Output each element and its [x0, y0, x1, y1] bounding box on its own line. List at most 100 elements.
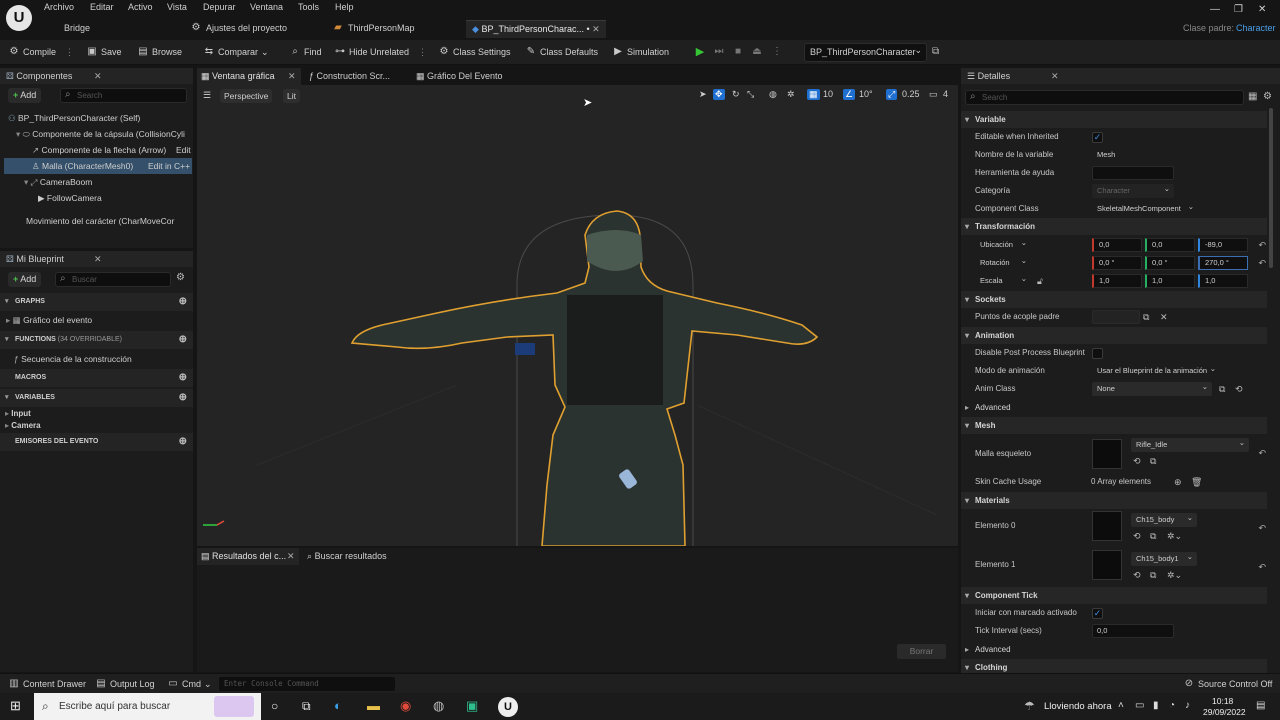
tray-app-icon[interactable]: ▭	[1135, 700, 1144, 711]
browse-button[interactable]: ▤ Browse	[137, 45, 182, 59]
add-element-icon[interactable]: ⊕	[1174, 477, 1182, 488]
close-icon[interactable]: ✕	[94, 68, 102, 84]
blueprint-search-input[interactable]: Buscar	[55, 272, 171, 287]
section-variables[interactable]: ▾ VARIABLES ⊕	[0, 389, 193, 407]
category-select[interactable]: Character	[1092, 182, 1174, 198]
network-icon[interactable]: ◔	[1169, 700, 1175, 711]
add-dispatcher-icon[interactable]: ⊕	[179, 433, 187, 451]
tab-compiler-results[interactable]: ▤ Resultados del c... ✕	[197, 548, 299, 565]
skeletal-mesh-select[interactable]: Rifle_Idle	[1131, 436, 1249, 452]
compile-options-icon[interactable]: ⋮	[65, 45, 74, 59]
reset-rotation-icon[interactable]: ↶	[1258, 258, 1266, 269]
play-options-button[interactable]: ⋮	[771, 45, 783, 59]
tree-item-movement[interactable]: Movimiento del carácter (CharMoveCor	[0, 213, 193, 229]
view-options-icon[interactable]: ▦	[1248, 91, 1257, 102]
reset-mesh-icon[interactable]: ↶	[1258, 448, 1266, 459]
section-component-tick[interactable]: Component Tick	[961, 587, 1267, 604]
compile-button[interactable]: ⚙ Compile ⋮	[8, 45, 75, 59]
location-x-input[interactable]: 0,0	[1092, 238, 1142, 252]
menu-editar[interactable]: Editar	[90, 2, 114, 12]
taskbar-search-input[interactable]: ⌕ Escribe aquí para buscar	[34, 693, 261, 720]
tab-bp-thirdpersoncharacter[interactable]: ◆ BP_ThirdPersonCharac... • ✕	[466, 20, 606, 38]
scale-y-input[interactable]: 1,0	[1145, 274, 1195, 288]
close-icon[interactable]: ✕	[1051, 68, 1059, 84]
source-control-button[interactable]: ⊘ Source Control Off	[1183, 677, 1273, 691]
section-transform[interactable]: Transformación	[961, 218, 1267, 235]
section-event-dispatchers[interactable]: EMISORES DEL EVENTO ⊕	[0, 433, 193, 451]
compare-button[interactable]: ⇆ Comparar ⌄	[203, 45, 269, 59]
output-log-button[interactable]: ▤ Output Log	[95, 677, 154, 691]
disable-post-process-checkbox[interactable]	[1092, 348, 1103, 359]
location-mode-select[interactable]: Ubicación	[975, 236, 1031, 252]
section-graphs[interactable]: ▾ GRAPHS ⊕	[0, 293, 193, 311]
clear-socket-icon[interactable]: ✕	[1160, 312, 1168, 323]
rotation-x-input[interactable]: 0,0 °	[1092, 256, 1142, 270]
close-icon[interactable]: ✕	[94, 251, 102, 267]
reset-location-icon[interactable]: ↶	[1258, 240, 1266, 251]
hide-unrelated-button[interactable]: ⊶ Hide Unrelated ⋮	[334, 45, 427, 59]
menu-help[interactable]: Help	[335, 2, 354, 12]
add-graph-icon[interactable]: ⊕	[179, 293, 187, 311]
trash-icon[interactable]: 🗑︎	[1191, 477, 1202, 488]
rotation-y-input[interactable]: 0,0 °	[1145, 256, 1195, 270]
volume-icon[interactable]: ♪	[1185, 700, 1190, 711]
scale-mode-select[interactable]: Escala	[975, 272, 1031, 288]
close-window-icon[interactable]: ✕	[1258, 4, 1266, 15]
parent-class-link[interactable]: Character	[1236, 23, 1276, 33]
unreal-logo-icon[interactable]: U	[6, 5, 32, 31]
material1-select[interactable]: Ch15_body1	[1131, 550, 1197, 566]
tab-viewport[interactable]: ▦ Ventana gráfica ✕	[197, 68, 301, 85]
parent-socket-input[interactable]	[1092, 310, 1140, 324]
tooltip-input[interactable]	[1092, 166, 1174, 180]
unreal-taskbar-icon[interactable]: U	[498, 697, 518, 717]
details-scrollbar[interactable]	[1269, 108, 1273, 268]
clock-time[interactable]: 10:18	[1212, 696, 1233, 706]
app-icon[interactable]: ◍	[433, 698, 444, 714]
add-variable-icon[interactable]: ⊕	[179, 389, 187, 407]
edit-link[interactable]: Edit	[176, 142, 191, 158]
tab-project-settings[interactable]: Ajustes del proyecto	[206, 20, 287, 38]
tree-item-arrow[interactable]: ↗ Componente de la flecha (Arrow) Edit	[0, 142, 193, 158]
maximize-icon[interactable]: ❐	[1234, 4, 1243, 15]
class-defaults-button[interactable]: ✎ Class Defaults	[525, 45, 598, 59]
anim-class-select[interactable]: None	[1092, 380, 1212, 396]
browse-anim-icon[interactable]: ⧉	[1219, 384, 1225, 395]
simulation-button[interactable]: ▶ Simulation	[612, 45, 669, 59]
section-clothing[interactable]: Clothing	[961, 659, 1267, 673]
edit-in-cpp-link[interactable]: Edit in C++	[148, 158, 190, 174]
weather-text[interactable]: Lloviendo ahora	[1044, 701, 1112, 712]
close-icon[interactable]: ✕	[287, 548, 295, 565]
lock-icon[interactable]: 🔓︎	[1037, 276, 1043, 287]
find-button[interactable]: ⌕ Find	[289, 45, 321, 59]
chrome-icon[interactable]: ◉	[400, 698, 411, 714]
variable-category-camera[interactable]: ▸ Camera	[5, 418, 41, 434]
save-button[interactable]: ▣ Save	[86, 45, 121, 59]
menu-ventana[interactable]: Ventana	[250, 2, 283, 12]
menu-archivo[interactable]: Archivo	[44, 2, 74, 12]
material0-thumbnail[interactable]	[1092, 511, 1122, 541]
section-variable[interactable]: Variable	[961, 111, 1267, 128]
menu-activo[interactable]: Activo	[128, 2, 153, 12]
cmd-select[interactable]: ▭ Cmd ⌄	[167, 677, 211, 691]
tree-item-capsule[interactable]: ▾ ⬭ Componente de la cápsula (CollisionC…	[0, 126, 193, 142]
location-y-input[interactable]: 0,0	[1145, 238, 1195, 252]
gear-icon[interactable]: ⚙	[176, 272, 185, 283]
step-button[interactable]: ⏭	[713, 45, 725, 59]
section-functions[interactable]: ▾ FUNCTIONS (34 OVERRIDABLE) ⊕	[0, 331, 193, 349]
components-search-input[interactable]: Search	[60, 88, 187, 103]
debug-object-select[interactable]: BP_ThirdPersonCharacter ⌄	[804, 43, 927, 62]
use-selected-icon[interactable]: ⟲	[1235, 384, 1243, 395]
reset-material1-icon[interactable]: ↶	[1258, 562, 1266, 573]
details-search-input[interactable]: Search	[965, 90, 1244, 105]
section-advanced-tick[interactable]: Advanced	[961, 641, 1267, 658]
section-macros[interactable]: MACROS ⊕	[0, 369, 193, 387]
graph-item-event[interactable]: ▸ ▦ Gráfico del evento	[6, 312, 92, 328]
tab-thirdpersonmap[interactable]: ThirdPersonMap	[348, 20, 415, 38]
tree-item-mesh[interactable]: ♙ Malla (CharacterMesh0) Edit in C++	[4, 158, 192, 174]
stop-button[interactable]: ■	[732, 45, 744, 59]
browse-asset-icon[interactable]: ⧉	[1150, 570, 1156, 581]
material-options-icon[interactable]: ✲⌄	[1167, 531, 1182, 542]
section-mesh[interactable]: Mesh	[961, 417, 1267, 434]
close-icon[interactable]: ✕	[592, 24, 600, 34]
browse-asset-icon[interactable]: ⧉	[1150, 456, 1156, 467]
